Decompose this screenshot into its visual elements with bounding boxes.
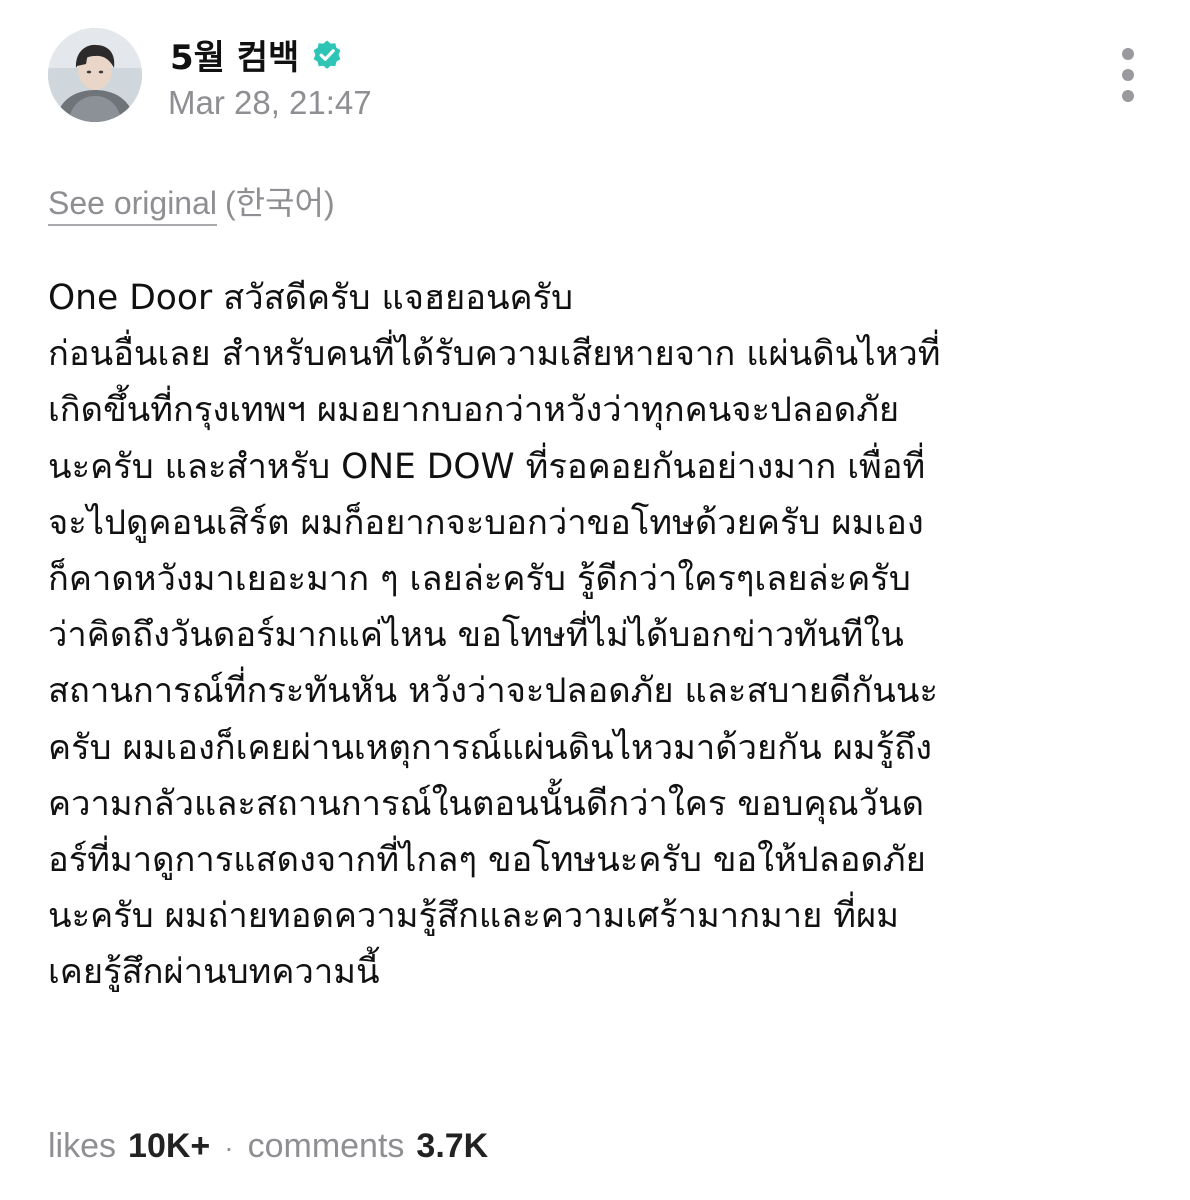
more-vertical-icon[interactable] xyxy=(1116,48,1140,108)
post-body-line: ว่าคิดถึงวันดอร์มากแค่ไหน ขอโทษที่ไม่ได้… xyxy=(48,615,904,656)
translation-row: See original (한국어) xyxy=(48,178,335,226)
post-stats: likes 10K+ · comments 3.7K xyxy=(48,1127,488,1166)
author-name-row[interactable]: 5월 컴백 xyxy=(170,30,343,79)
post-body-line: นะครับ และสำหรับ ONE DOW ที่รอคอยกันอย่า… xyxy=(48,446,926,487)
stats-separator: · xyxy=(224,1132,234,1163)
verified-badge-icon xyxy=(313,40,341,69)
post-body-line: จะไปดูคอนเสิร์ต ผมก็อยากจะบอกว่าขอโทษด้ว… xyxy=(48,502,924,543)
post-body-line: เคยรู้สึกผ่านบทความนี้ xyxy=(48,952,380,993)
post-body: One Door สวัสดีครับ แจฮยอนครับ ก่อนอื่นเ… xyxy=(48,270,1158,1000)
post-body-line: ก็คาดหวังมาเยอะมาก ๆ เลยล่ะครับ รู้ดีกว่… xyxy=(48,558,911,599)
post-body-line: เกิดขึ้นที่กรุงเทพฯ ผมอยากบอกว่าหวังว่าท… xyxy=(48,390,900,431)
author-name[interactable]: 5월 컴백 xyxy=(170,30,299,79)
avatar-photo xyxy=(48,28,142,122)
post-header: 5월 컴백 Mar 28, 21:47 xyxy=(48,28,1148,128)
post-body-line: นะครับ ผมถ่ายทอดความรู้สึกและความเศร้ามา… xyxy=(48,896,899,937)
comments-label[interactable]: comments xyxy=(248,1127,405,1166)
post-body-line: สถานการณ์ที่กระทันหัน หวังว่าจะปลอดภัย แ… xyxy=(48,671,938,712)
likes-count[interactable]: 10K+ xyxy=(128,1127,210,1166)
post-body-line: อร์ที่มาดูการแสดงจากที่ไกลๆ ขอโทษนะครับ … xyxy=(48,839,926,880)
post-body-line: One Door สวัสดีครับ แจฮยอนครับ xyxy=(48,278,574,318)
post-timestamp: Mar 28, 21:47 xyxy=(168,84,372,121)
original-language-label: (한국어) xyxy=(225,185,335,221)
likes-label[interactable]: likes xyxy=(48,1127,116,1166)
post-body-line: ครับ ผมเองก็เคยผ่านเหตุการณ์แผ่นดินไหวมา… xyxy=(48,727,932,768)
post-body-line: ความกลัวและสถานการณ์ในตอนนั้นดีกว่าใคร ข… xyxy=(48,783,924,824)
post-body-line: ก่อนอื่นเลย สำหรับคนที่ได้รับความเสียหาย… xyxy=(48,334,941,375)
see-original-link[interactable]: See original xyxy=(48,185,217,226)
comments-count[interactable]: 3.7K xyxy=(416,1127,488,1166)
avatar[interactable] xyxy=(48,28,142,122)
